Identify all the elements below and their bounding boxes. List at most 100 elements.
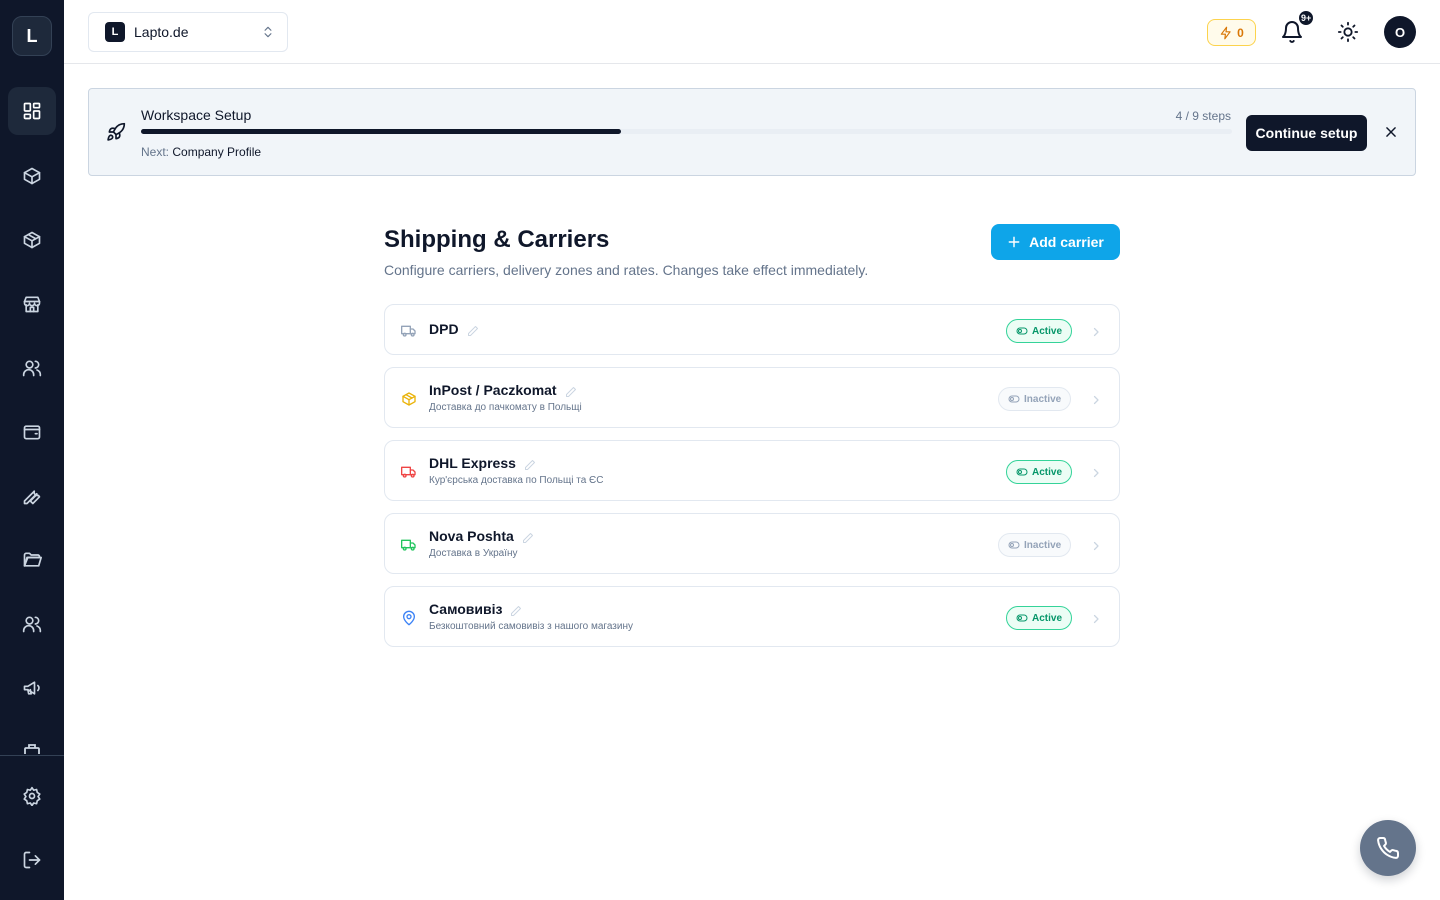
nav-logout[interactable]	[8, 836, 56, 884]
setup-progress-bar	[141, 129, 1232, 134]
carrier-name: Самовивіз	[429, 601, 503, 617]
store-icon	[23, 296, 41, 313]
carrier-description: Доставка в Україну	[429, 548, 518, 559]
toggle-icon	[1008, 541, 1020, 549]
pencil-icon[interactable]	[524, 458, 536, 470]
nav-finance[interactable]	[8, 408, 56, 456]
sun-icon[interactable]	[1337, 21, 1359, 43]
map-pin-icon	[401, 610, 417, 626]
nav-team[interactable]	[8, 600, 56, 648]
setup-steps: 4 / 9 steps	[1175, 109, 1231, 123]
pencil-icon[interactable]	[467, 324, 479, 336]
status-toggle[interactable]: Active	[1006, 319, 1073, 343]
setup-next-label: Next:	[141, 145, 170, 159]
app-logo[interactable]: L	[12, 16, 52, 56]
nav-settings[interactable]	[8, 772, 56, 820]
status-toggle[interactable]: Inactive	[998, 533, 1072, 557]
status-label: Active	[1032, 466, 1063, 478]
settings-icon	[23, 786, 41, 806]
status-label: Inactive	[1024, 539, 1062, 551]
users-icon	[22, 360, 42, 377]
credits-badge[interactable]: 0	[1207, 19, 1256, 46]
carrier-row[interactable]: Самовивіз Безкоштовний самовивіз з нашого…	[384, 586, 1120, 647]
status-toggle[interactable]: Active	[1006, 460, 1073, 484]
toggle-icon	[1016, 614, 1028, 622]
page-subtitle: Configure carriers, delivery zones and r…	[384, 262, 869, 278]
carrier-description: Безкоштовний самовивіз з нашого магазину	[429, 621, 633, 632]
logout-icon	[23, 851, 41, 869]
continue-setup-button[interactable]: Continue setup	[1246, 115, 1367, 151]
team-icon	[22, 616, 42, 633]
chevron-right-icon[interactable]	[1090, 393, 1102, 405]
nav-files[interactable]	[8, 536, 56, 584]
notification-badge: 9+	[1297, 9, 1316, 27]
plus-icon	[1008, 236, 1020, 248]
avatar[interactable]: O	[1384, 16, 1416, 48]
briefcase-icon[interactable]	[22, 742, 42, 754]
call-button[interactable]	[1360, 820, 1416, 876]
truck-icon	[401, 537, 417, 553]
carrier-row[interactable]: DPD Active	[384, 304, 1120, 355]
carrier-row[interactable]: InPost / Paczkomat Доставка до пачкомату …	[384, 367, 1120, 428]
carrier-row[interactable]: Nova Poshta Доставка в Україну Inactive	[384, 513, 1120, 574]
carrier-name: InPost / Paczkomat	[429, 382, 557, 398]
workspace-name: Lapto.de	[134, 24, 189, 40]
nav-inventory[interactable]	[8, 216, 56, 264]
nav-customers[interactable]	[8, 344, 56, 392]
toggle-icon	[1016, 327, 1028, 335]
setup-progress-fill	[141, 129, 622, 134]
workspace-setup-banner: Workspace Setup 4 / 9 steps Next: Compan…	[88, 88, 1416, 176]
setup-next-step: Company Profile	[172, 145, 262, 159]
carrier-name: Nova Poshta	[429, 528, 514, 544]
setup-next: Next: Company Profile	[141, 145, 261, 159]
pencil-icon[interactable]	[510, 604, 522, 616]
truck-icon	[401, 323, 417, 339]
nav-tools[interactable]	[8, 472, 56, 520]
chevrons-up-down-icon	[264, 26, 272, 38]
box-icon	[23, 167, 41, 185]
close-icon[interactable]	[1384, 125, 1398, 139]
status-label: Inactive	[1024, 393, 1062, 405]
package-icon	[23, 231, 41, 249]
carrier-name: DHL Express	[429, 455, 516, 471]
dashboard-icon	[23, 102, 41, 120]
carrier-description: Доставка до пачкомату в Польщі	[429, 402, 582, 413]
workspace-selector[interactable]: L Lapto.de	[88, 12, 288, 52]
nav-store[interactable]	[8, 280, 56, 328]
carrier-description: Кур'єрська доставка по Польщі та ЄС	[429, 475, 604, 486]
toggle-icon	[1008, 395, 1020, 403]
page-title: Shipping & Carriers	[384, 226, 610, 253]
status-toggle[interactable]: Active	[1006, 606, 1073, 630]
nav-dashboard[interactable]	[8, 87, 56, 135]
nav-products[interactable]	[8, 152, 56, 200]
phone-icon	[1377, 836, 1400, 859]
status-toggle[interactable]: Inactive	[998, 387, 1072, 411]
status-label: Active	[1032, 325, 1063, 337]
rocket-icon	[107, 122, 126, 141]
top-bar: L Lapto.de 0 9+ O	[64, 0, 1440, 64]
carrier-row[interactable]: DHL Express Кур'єрська доставка по Польщі…	[384, 440, 1120, 501]
box-icon	[401, 391, 417, 407]
chevron-right-icon[interactable]	[1090, 466, 1102, 478]
add-carrier-button[interactable]: Add carrier	[991, 224, 1120, 260]
chevron-right-icon[interactable]	[1090, 539, 1102, 551]
wrench-icon	[23, 490, 41, 505]
toggle-icon	[1016, 468, 1028, 476]
status-label: Active	[1032, 612, 1063, 624]
pencil-icon[interactable]	[565, 385, 577, 397]
sidebar-divider	[0, 755, 64, 756]
nav-marketing[interactable]	[8, 664, 56, 712]
workspace-badge: L	[105, 22, 125, 42]
folder-icon	[23, 552, 42, 567]
setup-title: Workspace Setup	[141, 107, 252, 123]
sidebar: L	[0, 0, 64, 900]
add-carrier-label: Add carrier	[1029, 234, 1104, 250]
megaphone-icon	[23, 681, 40, 695]
pencil-icon[interactable]	[522, 531, 534, 543]
carrier-name: DPD	[429, 321, 459, 337]
wallet-icon	[23, 425, 41, 440]
truck-icon	[401, 464, 417, 480]
lightning-icon	[1220, 26, 1231, 39]
chevron-right-icon[interactable]	[1090, 325, 1102, 337]
chevron-right-icon[interactable]	[1090, 612, 1102, 624]
